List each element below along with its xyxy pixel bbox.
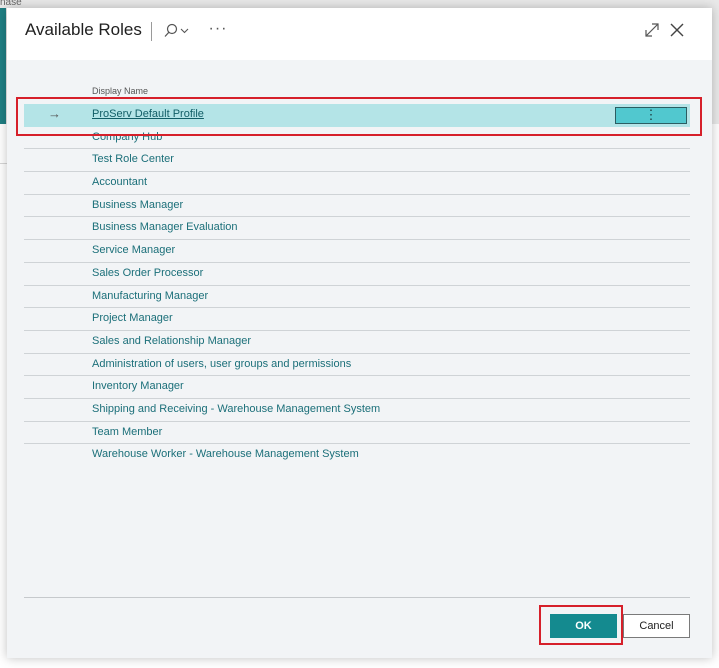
role-link[interactable]: Manufacturing Manager — [92, 290, 208, 302]
roles-list: → ProServ Default Profile ⋮ Company Hub … — [24, 104, 690, 467]
table-row[interactable]: Administration of users, user groups and… — [24, 354, 690, 377]
close-button[interactable] — [668, 21, 686, 39]
header-divider — [151, 22, 152, 41]
role-link[interactable]: Team Member — [92, 426, 162, 438]
table-row[interactable]: Sales Order Processor — [24, 263, 690, 286]
selected-row-highlight — [16, 97, 702, 136]
table-row[interactable]: Warehouse Worker - Warehouse Management … — [24, 444, 690, 467]
table-row[interactable]: Service Manager — [24, 240, 690, 263]
role-link[interactable]: Inventory Manager — [92, 380, 184, 392]
table-row[interactable]: Sales and Relationship Manager — [24, 331, 690, 354]
role-link[interactable]: Service Manager — [92, 244, 175, 256]
role-link[interactable]: Shipping and Receiving - Warehouse Manag… — [92, 403, 380, 415]
table-row[interactable]: Inventory Manager — [24, 376, 690, 399]
table-row[interactable]: Accountant — [24, 172, 690, 195]
dialog-title: Available Roles — [25, 20, 142, 39]
role-link[interactable]: Sales and Relationship Manager — [92, 335, 251, 347]
search-icon — [164, 23, 189, 37]
role-link[interactable]: Warehouse Worker - Warehouse Management … — [92, 448, 359, 460]
role-link[interactable]: Accountant — [92, 176, 147, 188]
table-row[interactable]: Shipping and Receiving - Warehouse Manag… — [24, 399, 690, 422]
ok-button-highlight — [539, 605, 623, 645]
background-partial-text: nase — [0, 0, 22, 8]
table-row[interactable]: Project Manager — [24, 308, 690, 331]
role-link[interactable]: Project Manager — [92, 312, 173, 324]
footer-divider — [24, 597, 690, 598]
expand-button[interactable] — [643, 21, 661, 39]
table-row[interactable]: Business Manager — [24, 195, 690, 218]
column-header-display-name[interactable]: Display Name — [92, 86, 148, 96]
role-link[interactable]: Business Manager Evaluation — [92, 221, 238, 233]
search-button[interactable] — [159, 20, 193, 42]
close-icon — [670, 23, 684, 37]
dialog-header: Available Roles ··· — [7, 8, 712, 60]
expand-icon — [645, 23, 659, 37]
role-link[interactable]: Test Role Center — [92, 153, 174, 165]
table-row[interactable]: Test Role Center — [24, 149, 690, 173]
role-link[interactable]: Administration of users, user groups and… — [92, 358, 351, 370]
cancel-button[interactable]: Cancel — [623, 614, 690, 638]
more-options-button[interactable]: ··· — [207, 20, 229, 42]
background-banner — [0, 8, 6, 124]
available-roles-dialog: Available Roles ··· Display Name → ProSe… — [7, 8, 712, 658]
table-row[interactable]: Manufacturing Manager — [24, 286, 690, 309]
role-link[interactable]: Business Manager — [92, 199, 183, 211]
table-row[interactable]: Business Manager Evaluation — [24, 217, 690, 241]
role-link[interactable]: Sales Order Processor — [92, 267, 203, 279]
table-row[interactable]: Team Member — [24, 422, 690, 445]
